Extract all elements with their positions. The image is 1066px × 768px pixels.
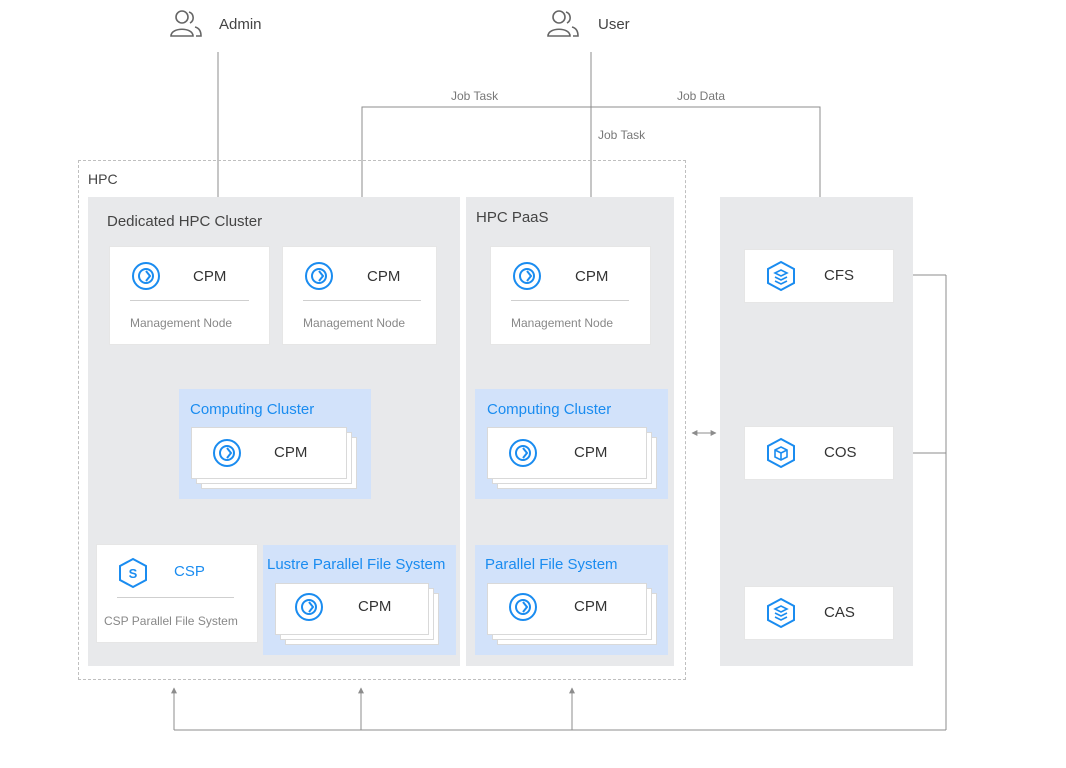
- cpm-node: CPM: [487, 583, 647, 635]
- node-title: CPM: [367, 268, 401, 285]
- csp-card: S CSP CSP Parallel File System: [97, 545, 257, 642]
- admin-actor: Admin: [168, 8, 288, 42]
- lustre-title: Lustre Parallel File System: [267, 556, 446, 573]
- divider: [130, 300, 249, 301]
- flow-label-user-job-task: Job Task: [598, 128, 646, 142]
- users-icon: [170, 10, 202, 37]
- cpm-icon: [305, 262, 333, 290]
- cpm-icon: [213, 439, 241, 467]
- admin-label: Admin: [219, 16, 262, 33]
- csp-subtitle: CSP Parallel File System: [104, 614, 238, 628]
- cos-card: COS: [745, 427, 893, 479]
- node-subtitle: Management Node: [130, 316, 233, 330]
- cas-hexagon-icon: [767, 597, 795, 629]
- node-title: CPM: [193, 268, 227, 285]
- paas-parallel-file-system: Parallel File System CPM: [475, 545, 668, 655]
- cfs-hexagon-icon: [767, 260, 795, 292]
- management-node-card: CPM Management Node: [283, 247, 436, 344]
- dedicated-cluster-title: Dedicated HPC Cluster: [107, 213, 263, 230]
- flow-label-job-data: Job Data: [677, 89, 726, 103]
- divider: [303, 300, 421, 301]
- node-title: CPM: [574, 598, 608, 615]
- cpm-node: CPM: [275, 583, 429, 635]
- computing-cluster-title: Computing Cluster: [190, 401, 315, 418]
- node-subtitle: Management Node: [511, 316, 614, 330]
- cas-card: CAS: [745, 587, 893, 639]
- cpm-node: CPM: [191, 427, 347, 479]
- cfs-card: CFS: [745, 250, 893, 302]
- computing-cluster-title: Computing Cluster: [487, 401, 612, 418]
- cpm-icon: [513, 262, 541, 290]
- pfs-title: Parallel File System: [485, 556, 618, 573]
- hpc-paas-title: HPC PaaS: [476, 209, 549, 226]
- node-subtitle: Management Node: [303, 316, 406, 330]
- cos-title: COS: [824, 444, 857, 461]
- flow-label-job-task: Job Task: [451, 89, 499, 103]
- cpm-icon: [509, 439, 537, 467]
- cfs-title: CFS: [824, 267, 854, 284]
- cos-hexagon-icon: [767, 437, 795, 469]
- cpm-node: CPM: [487, 427, 647, 479]
- node-title: CPM: [574, 444, 608, 461]
- user-label: User: [598, 16, 630, 33]
- svg-text:S: S: [129, 566, 138, 581]
- cpm-icon: [295, 593, 323, 621]
- paas-computing-cluster: Computing Cluster CPM: [475, 389, 668, 499]
- dedicated-computing-cluster: Computing Cluster CPM: [179, 389, 371, 499]
- management-node-card: CPM Management Node: [110, 247, 269, 344]
- csp-hexagon-icon: S: [119, 557, 147, 589]
- cpm-icon: [509, 593, 537, 621]
- node-title: CPM: [358, 598, 392, 615]
- node-title: CPM: [575, 268, 609, 285]
- divider: [117, 597, 234, 598]
- lustre-file-system: Lustre Parallel File System CPM: [263, 545, 456, 655]
- users-icon: [547, 10, 579, 37]
- management-node-card: CPM Management Node: [491, 247, 650, 344]
- cas-title: CAS: [824, 604, 855, 621]
- user-actor: User: [545, 8, 665, 42]
- csp-title: CSP: [174, 563, 205, 580]
- hpc-label: HPC: [88, 171, 118, 187]
- divider: [511, 300, 629, 301]
- node-title: CPM: [274, 444, 308, 461]
- cpm-icon: [132, 262, 160, 290]
